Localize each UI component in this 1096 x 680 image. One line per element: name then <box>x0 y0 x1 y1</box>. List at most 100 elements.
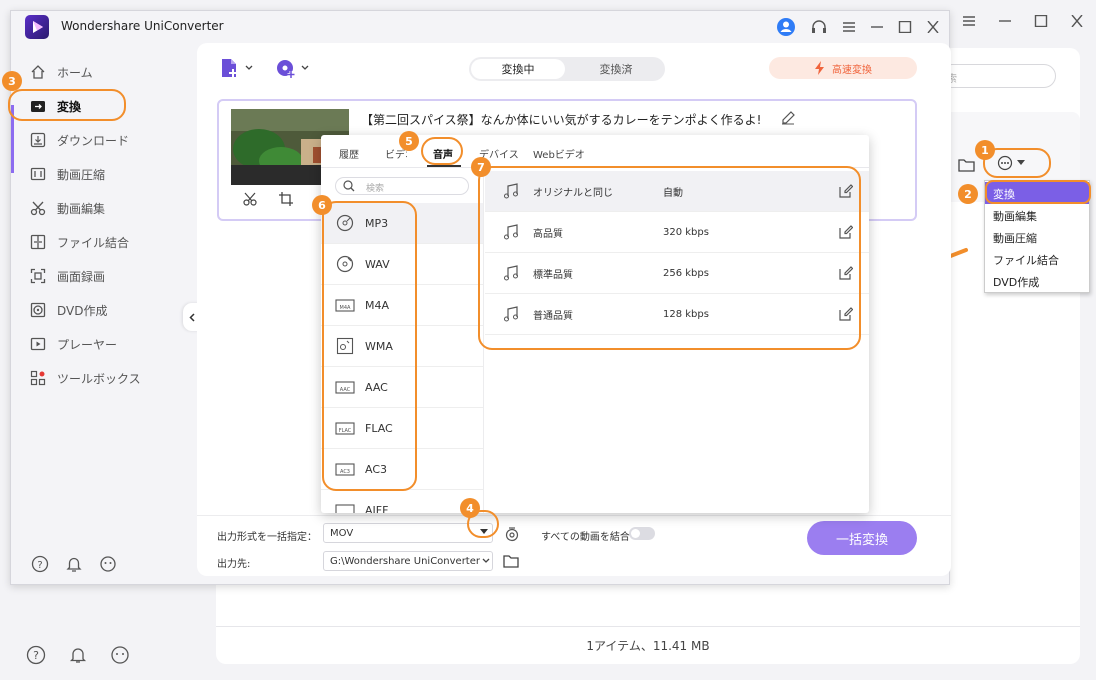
format-label: AIFF <box>365 503 389 514</box>
sidebar-item-player[interactable]: プレーヤー <box>27 329 187 359</box>
sidebar-item-home[interactable]: ホーム <box>27 57 187 87</box>
menu-icon[interactable] <box>962 15 976 27</box>
aiff-icon <box>335 504 355 513</box>
app-logo-icon <box>25 15 49 39</box>
output-format-label: 出力形式を一括指定： <box>217 532 317 543</box>
add-dvd-button[interactable] <box>275 57 309 79</box>
bg-window-controls <box>962 12 1086 30</box>
tab-converted[interactable]: 変換済 <box>569 59 663 79</box>
add-file-icon <box>222 59 237 77</box>
sidebar-item-label: ツールボックス <box>57 371 141 386</box>
close-icon[interactable] <box>1070 15 1084 27</box>
add-file-button[interactable] <box>219 57 253 79</box>
feedback-icon[interactable] <box>99 555 117 573</box>
menu-item-merge[interactable]: ファイル結合 <box>985 248 1089 270</box>
merge-toggle[interactable] <box>629 527 655 540</box>
help-icon[interactable]: ? <box>26 645 46 665</box>
svg-text:?: ? <box>33 649 39 662</box>
add-dvd-icon <box>277 60 295 78</box>
status-tabs: 変換中 変換済 <box>469 57 665 81</box>
bg-footer-status: 1アイテム、11.41 MB <box>216 626 1080 664</box>
callout-1: 1 <box>975 140 995 160</box>
bell-icon[interactable] <box>65 555 83 573</box>
bell-icon[interactable] <box>68 645 88 665</box>
maximize-icon[interactable] <box>1034 15 1048 27</box>
file-title: 【第二回スパイス祭】なんか体にいい気がするカレーをテンポよく作るよ! <box>361 113 762 127</box>
sidebar-item-label: 動画圧縮 <box>57 167 106 182</box>
sidebar-item-label: DVD作成 <box>57 303 108 318</box>
format-search-input[interactable]: 検索 <box>335 177 469 195</box>
output-dest-select[interactable]: G:\Wondershare UniConverter <box>323 551 493 571</box>
highlight-audio-tab <box>421 137 463 165</box>
sidebar-item-label: 動画編集 <box>57 201 106 216</box>
title-bar: Wondershare UniConverter <box>11 11 951 43</box>
player-icon <box>30 337 46 351</box>
chevron-down-icon <box>301 65 309 70</box>
search-icon <box>343 180 355 192</box>
highlight-format-list <box>322 201 417 491</box>
divider <box>197 515 951 516</box>
menu-icon[interactable] <box>842 21 856 33</box>
callout-7: 7 <box>471 157 491 177</box>
home-icon <box>31 65 45 79</box>
sidebar-item-merge[interactable]: ファイル結合 <box>27 227 187 257</box>
output-dest-label: 出力先: <box>217 559 251 570</box>
crop-icon[interactable] <box>279 192 293 206</box>
bg-search-input[interactable]: 索 <box>940 64 1056 88</box>
edit-title-icon[interactable] <box>781 111 795 125</box>
account-icon[interactable] <box>776 17 796 37</box>
maximize-icon[interactable] <box>898 21 912 33</box>
menu-item-compress[interactable]: 動画圧縮 <box>985 226 1089 248</box>
callout-6: 6 <box>312 195 332 215</box>
sidebar-bottom-icons: ? <box>31 555 117 573</box>
sidebar-item-label: ダウンロード <box>57 133 130 148</box>
callout-4: 4 <box>460 498 480 518</box>
sidebar-item-toolbox[interactable]: ツールボックス <box>27 363 187 393</box>
sidebar-item-compress[interactable]: 動画圧縮 <box>27 159 187 189</box>
toggle-knob <box>631 529 640 538</box>
sidebar-item-dvd[interactable]: DVD作成 <box>27 295 187 325</box>
high-speed-button[interactable]: 高速変換 <box>769 57 917 79</box>
highlight-menu-convert <box>985 180 1091 204</box>
minimize-icon[interactable] <box>998 15 1012 27</box>
chevron-down-icon <box>245 65 253 70</box>
tab-history[interactable]: 履歴 <box>339 146 359 161</box>
sidebar: ホーム 変換 ダウンロード 動画圧縮 動画編集 ファイル結合 画面録画 DVD作… <box>11 43 197 586</box>
sidebar-item-label: ホーム <box>57 65 93 80</box>
trim-icon[interactable] <box>243 192 257 206</box>
callout-2: 2 <box>958 184 978 204</box>
merge-icon <box>30 234 46 250</box>
sidebar-item-label: ファイル結合 <box>57 235 130 250</box>
compress-icon <box>30 167 46 181</box>
sidebar-item-edit[interactable]: 動画編集 <box>27 193 187 223</box>
feedback-icon[interactable] <box>110 645 130 665</box>
convert-all-button[interactable]: 一括変換 <box>807 521 917 555</box>
headset-icon[interactable] <box>810 18 828 36</box>
app-title: Wondershare UniConverter <box>61 19 224 33</box>
high-speed-label: 高速変換 <box>832 64 872 76</box>
menu-item-video-edit[interactable]: 動画編集 <box>985 204 1089 226</box>
help-icon[interactable]: ? <box>31 555 49 573</box>
folder-icon[interactable] <box>503 554 519 568</box>
highlight-quality-list <box>478 166 861 350</box>
tab-web-video[interactable]: Webビデオ <box>533 146 585 161</box>
sidebar-item-label: 画面録画 <box>57 269 106 284</box>
format-item-aiff[interactable]: AIFF <box>321 490 483 513</box>
download-icon <box>30 132 46 148</box>
highlight-sidebar-convert <box>8 89 126 121</box>
screen-record-icon <box>30 268 46 284</box>
dvd-icon <box>30 302 46 318</box>
sidebar-item-record[interactable]: 画面録画 <box>27 261 187 291</box>
sidebar-item-download[interactable]: ダウンロード <box>27 125 187 155</box>
minimize-icon[interactable] <box>870 21 884 33</box>
menu-item-dvd[interactable]: DVD作成 <box>985 270 1089 292</box>
tab-converting[interactable]: 変換中 <box>471 59 565 79</box>
callout-5: 5 <box>399 131 419 151</box>
sidebar-item-label: プレーヤー <box>57 337 118 352</box>
toolbox-icon <box>30 370 46 386</box>
merge-label: すべての動画を結合 <box>541 532 630 543</box>
settings-icon[interactable] <box>504 526 520 542</box>
folder-icon[interactable] <box>958 158 976 172</box>
chevron-down-icon[interactable] <box>482 558 490 564</box>
close-icon[interactable] <box>926 21 940 33</box>
